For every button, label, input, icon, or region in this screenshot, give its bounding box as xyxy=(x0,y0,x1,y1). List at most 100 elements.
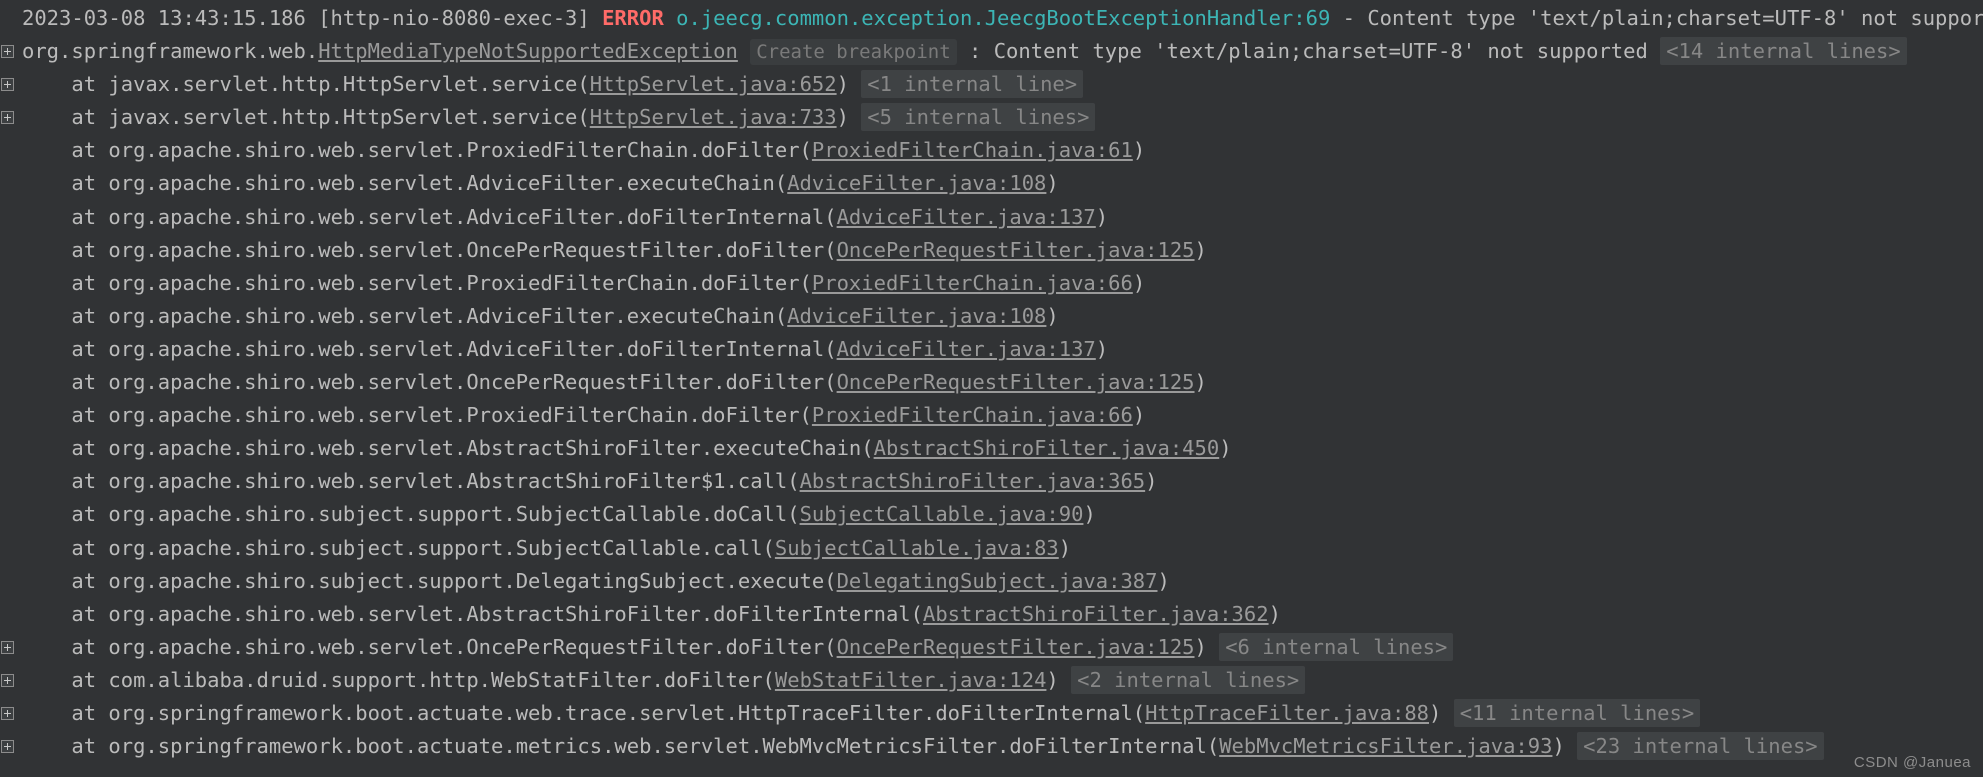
frame-source-link[interactable]: WebMvcMetricsFilter.java:93 xyxy=(1219,734,1552,758)
frame-hint-space xyxy=(849,105,861,129)
stack-frame-line: at org.springframework.boot.actuate.web.… xyxy=(0,697,1983,730)
gutter-frame xyxy=(0,532,22,565)
gutter-frame xyxy=(0,101,22,134)
space-9 xyxy=(1648,39,1660,63)
internal-lines-hint[interactable]: <1 internal line> xyxy=(861,70,1084,99)
frame-indent xyxy=(22,436,71,460)
frame-source-link[interactable]: HttpServlet.java:733 xyxy=(590,105,837,129)
space-7 xyxy=(957,39,969,63)
frame-source-link[interactable]: HttpServlet.java:652 xyxy=(590,72,837,96)
log-logger-name[interactable]: o.jeecg.common.exception.JeecgBootExcept… xyxy=(676,6,1330,30)
frame-at-keyword: at xyxy=(71,634,109,659)
frame-method-signature: org.apache.shiro.web.servlet.AbstractShi… xyxy=(108,436,874,461)
frame-hint-space xyxy=(849,72,861,96)
expand-fold-icon[interactable] xyxy=(1,707,14,721)
stack-frame-content: at org.springframework.boot.actuate.web.… xyxy=(22,697,1983,730)
frame-close-paren: ) xyxy=(1095,204,1109,229)
fold-placeholder-icon xyxy=(1,608,14,621)
gutter-frame xyxy=(0,730,22,763)
frame-method-signature: org.apache.shiro.web.servlet.AbstractShi… xyxy=(108,601,923,626)
stack-frame-content: at org.apache.shiro.web.servlet.Abstract… xyxy=(22,598,1983,631)
internal-lines-hint[interactable]: <14 internal lines> xyxy=(1660,36,1907,65)
frame-close-paren: ) xyxy=(1429,700,1442,725)
fold-placeholder-icon xyxy=(1,178,14,191)
internal-lines-hint[interactable]: <6 internal lines> xyxy=(1219,632,1454,661)
frame-source-link[interactable]: AdviceFilter.java:108 xyxy=(787,171,1046,195)
gutter-frame xyxy=(0,697,22,730)
expand-fold-icon[interactable] xyxy=(1,673,14,687)
create-breakpoint-hint[interactable]: Create breakpoint xyxy=(750,38,957,65)
frame-source-link[interactable]: DelegatingSubject.java:387 xyxy=(837,569,1158,593)
expand-fold-icon[interactable] xyxy=(1,640,14,654)
stack-frame-line: at org.apache.shiro.web.servlet.AdviceFi… xyxy=(0,201,1983,234)
gutter-frame xyxy=(0,631,22,664)
console-output-panel[interactable]: 2023-03-08 13:43:15.186 [http-nio-8080-e… xyxy=(0,0,1983,777)
frame-indent xyxy=(22,171,71,195)
frame-at-keyword: at xyxy=(71,700,109,725)
stack-frame-content: at org.apache.shiro.web.servlet.Abstract… xyxy=(22,432,1983,465)
stack-frame-line: at org.apache.shiro.web.servlet.ProxiedF… xyxy=(0,399,1983,432)
stack-frame-content: at org.apache.shiro.web.servlet.AdviceFi… xyxy=(22,300,1983,333)
stack-frame-line: at org.apache.shiro.web.servlet.Abstract… xyxy=(0,432,1983,465)
internal-lines-hint[interactable]: <11 internal lines> xyxy=(1453,698,1701,727)
frame-close-paren: ) xyxy=(1058,535,1072,560)
frame-source-link[interactable]: ProxiedFilterChain.java:66 xyxy=(812,271,1133,295)
frame-source-link[interactable]: ProxiedFilterChain.java:61 xyxy=(812,138,1133,162)
frame-source-link[interactable]: AdviceFilter.java:137 xyxy=(837,337,1096,361)
stack-frame-line: at org.apache.shiro.web.servlet.AdviceFi… xyxy=(0,300,1983,333)
frame-method-signature: org.apache.shiro.web.servlet.ProxiedFilt… xyxy=(108,403,812,428)
frame-source-link[interactable]: AbstractShiroFilter.java:450 xyxy=(874,436,1220,460)
internal-lines-hint[interactable]: <2 internal lines> xyxy=(1071,665,1306,694)
stack-frame-line: at org.apache.shiro.web.servlet.Abstract… xyxy=(0,598,1983,631)
expand-fold-icon[interactable] xyxy=(1,45,14,59)
frame-method-signature: com.alibaba.druid.support.http.WebStatFi… xyxy=(108,667,775,692)
frame-method-signature: org.apache.shiro.web.servlet.OncePerRequ… xyxy=(108,370,837,395)
internal-lines-hint[interactable]: <5 internal lines> xyxy=(861,103,1096,132)
log-timestamp: 2023-03-08 13:43:15.186 xyxy=(22,6,306,30)
exception-colon: : xyxy=(969,38,982,63)
gutter-frame xyxy=(0,300,22,333)
frame-indent xyxy=(22,105,71,129)
frame-indent xyxy=(22,668,71,692)
frame-at-keyword: at xyxy=(71,270,109,295)
expand-fold-icon[interactable] xyxy=(1,740,14,754)
frame-source-link[interactable]: OncePerRequestFilter.java:125 xyxy=(837,635,1195,659)
frame-method-signature: org.apache.shiro.web.servlet.AdviceFilte… xyxy=(108,204,837,229)
exception-line: org.springframework.web.HttpMediaTypeNot… xyxy=(0,35,1983,68)
frame-source-link[interactable]: SubjectCallable.java:83 xyxy=(775,536,1059,560)
frame-source-link[interactable]: AbstractShiroFilter.java:362 xyxy=(923,602,1269,626)
frame-source-link[interactable]: OncePerRequestFilter.java:125 xyxy=(837,370,1195,394)
frame-source-link[interactable]: ProxiedFilterChain.java:66 xyxy=(812,403,1133,427)
frame-close-paren: ) xyxy=(1219,436,1232,461)
stack-frame-content: at org.apache.shiro.web.servlet.OncePerR… xyxy=(22,631,1983,664)
gutter-exception xyxy=(0,35,22,68)
log-level-badge: ERROR xyxy=(602,6,664,30)
frame-close-paren: ) xyxy=(1046,303,1059,328)
internal-lines-hint[interactable]: <23 internal lines> xyxy=(1577,732,1824,761)
exception-class-link[interactable]: HttpMediaTypeNotSupportedException xyxy=(318,39,738,63)
frame-method-signature: org.apache.shiro.web.servlet.OncePerRequ… xyxy=(108,237,837,262)
stack-frame-line: at javax.servlet.http.HttpServlet.servic… xyxy=(0,68,1983,101)
log-separator: - xyxy=(1342,6,1355,30)
space-1 xyxy=(306,6,318,30)
frame-source-link[interactable]: AbstractShiroFilter.java:365 xyxy=(800,469,1146,493)
frame-source-link[interactable]: WebStatFilter.java:124 xyxy=(775,668,1047,692)
frame-source-link[interactable]: SubjectCallable.java:90 xyxy=(800,502,1084,526)
fold-placeholder-icon xyxy=(1,442,14,455)
expand-fold-icon[interactable] xyxy=(1,78,14,92)
frame-at-keyword: at xyxy=(71,535,109,560)
stack-frame-content: at org.apache.shiro.web.servlet.ProxiedF… xyxy=(22,134,1983,167)
frame-method-signature: org.apache.shiro.subject.support.Subject… xyxy=(108,502,800,527)
stack-frame-content: at org.apache.shiro.web.servlet.AdviceFi… xyxy=(22,201,1983,234)
frame-source-link[interactable]: AdviceFilter.java:137 xyxy=(837,205,1096,229)
frame-indent xyxy=(22,734,71,758)
frame-source-link[interactable]: AdviceFilter.java:108 xyxy=(787,304,1046,328)
expand-fold-icon[interactable] xyxy=(1,111,14,125)
frame-indent xyxy=(22,403,71,427)
space-8 xyxy=(981,39,993,63)
stack-frame-line: at org.apache.shiro.subject.support.Dele… xyxy=(0,565,1983,598)
stack-frame-line: at org.apache.shiro.web.servlet.AdviceFi… xyxy=(0,333,1983,366)
frame-source-link[interactable]: OncePerRequestFilter.java:125 xyxy=(837,238,1195,262)
stack-frame-content: at org.apache.shiro.subject.support.Dele… xyxy=(22,565,1983,598)
frame-source-link[interactable]: HttpTraceFilter.java:88 xyxy=(1145,701,1429,725)
